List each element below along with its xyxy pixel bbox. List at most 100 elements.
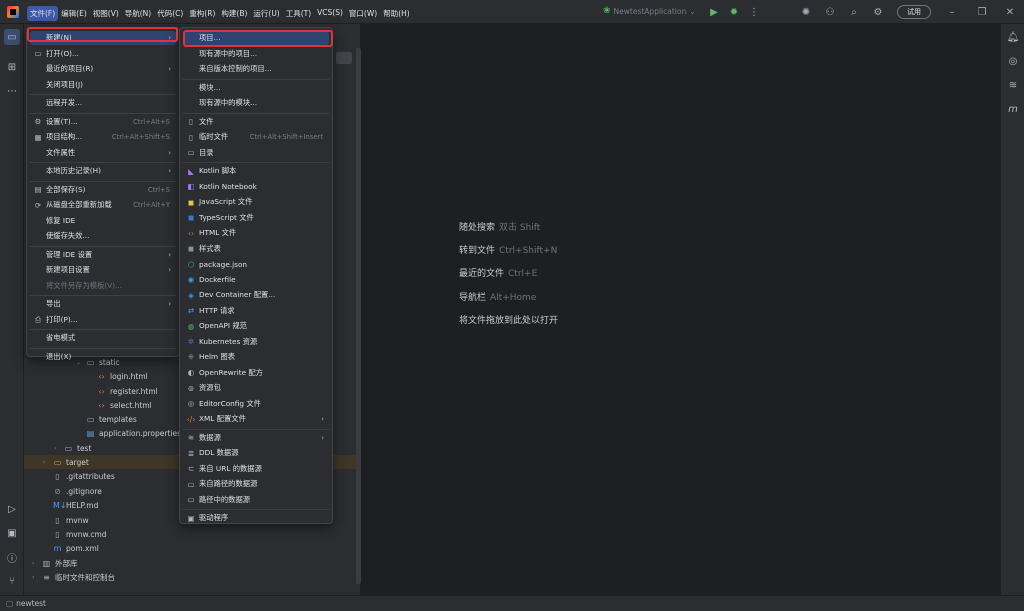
file-menu-item[interactable]: ▦ 项目结构... Ctrl+Alt+Shift+S — [30, 130, 176, 144]
debug-icon[interactable]: ✹ — [727, 5, 741, 19]
file-menu-item[interactable]: 新建项目设置 › — [30, 263, 176, 277]
new-menu-item[interactable]: ⊚ 资源包 — [183, 381, 329, 395]
project-tool-window-icon[interactable]: ▭ — [4, 29, 20, 45]
run-configuration-selector[interactable]: ❀ NewtestApplication ⌄ — [603, 6, 696, 16]
menu-3[interactable]: 导航(N) — [122, 6, 154, 21]
maven-icon[interactable]: m — [1005, 101, 1021, 117]
file-menu-item[interactable]: 远程开发... — [30, 96, 176, 110]
tree-item[interactable]: › ▭ test — [54, 441, 91, 455]
editor-area[interactable] — [361, 24, 1000, 595]
new-menu-item[interactable]: ◧ Kotlin Notebook — [183, 180, 329, 194]
new-menu-item[interactable]: 项目... — [183, 31, 329, 45]
ai-assistant-icon[interactable]: ✺ — [799, 5, 813, 19]
menu-6[interactable]: 构建(B) — [218, 6, 250, 21]
git-icon[interactable]: ⑂ — [4, 573, 20, 589]
new-menu-item[interactable]: ‹› HTML 文件 — [183, 226, 329, 240]
new-menu-item[interactable]: ⊂ 来自 URL 的数据源 — [183, 462, 329, 476]
new-menu-item[interactable]: ⎈ Helm 图表 — [183, 350, 329, 364]
file-menu-item[interactable]: ⚙ 设置(T)... Ctrl+Alt+S — [30, 115, 176, 129]
menu-8[interactable]: 工具(T) — [283, 6, 314, 21]
new-menu-item[interactable]: 模块... — [183, 81, 329, 95]
ai-chat-icon[interactable]: ◎ — [1005, 53, 1021, 69]
menu-11[interactable]: 帮助(H) — [380, 6, 413, 21]
file-menu-item[interactable]: 省电模式 — [30, 331, 176, 345]
new-menu-item[interactable]: ◼ TypeScript 文件 — [183, 211, 329, 225]
file-menu-item[interactable]: 导出 › — [30, 297, 176, 311]
chevron-right-icon[interactable]: › — [32, 560, 38, 567]
file-menu-item[interactable]: 管理 IDE 设置 › — [30, 248, 176, 262]
status-project-name[interactable]: newtest — [16, 599, 46, 608]
new-menu-item[interactable]: ⬡ package.json — [183, 257, 329, 271]
new-menu-item[interactable]: ◍ OpenAPI 规范 — [183, 319, 329, 333]
chevron-right-icon[interactable]: › — [54, 445, 60, 452]
restore-icon[interactable]: ❐ — [975, 5, 989, 19]
close-icon[interactable]: ✕ — [1003, 5, 1017, 19]
tree-item[interactable]: ‹› register.html — [87, 384, 157, 398]
menu-10[interactable]: 窗口(W) — [346, 6, 380, 21]
tree-item[interactable]: ▯ mvnw — [43, 513, 88, 527]
intellij-logo-icon[interactable] — [7, 6, 19, 18]
new-menu-item[interactable]: ‹/› XML 配置文件 › — [183, 412, 329, 426]
minimize-icon[interactable]: – — [945, 5, 959, 19]
menu-7[interactable]: 运行(U) — [250, 6, 282, 21]
services-icon[interactable]: ▷ — [4, 501, 20, 517]
search-icon[interactable]: ⌕ — [847, 5, 861, 19]
notifications-icon[interactable]: 🔔︎ — [1005, 29, 1021, 45]
new-menu-item[interactable]: ▭ 目录 — [183, 146, 329, 160]
menu-0[interactable]: 文件(F) — [27, 6, 59, 21]
new-menu-item[interactable]: 现有源中的项目... — [183, 47, 329, 61]
panel-header-button[interactable] — [336, 52, 352, 64]
file-menu-item[interactable]: 关闭项目(J) — [30, 78, 176, 92]
file-menu-item[interactable]: 使缓存失效... — [30, 229, 176, 243]
new-menu-item[interactable]: ▯ 临时文件 Ctrl+Alt+Shift+Insert — [183, 130, 329, 144]
database-icon[interactable]: ≋ — [1005, 77, 1021, 93]
menu-5[interactable]: 重构(R) — [186, 6, 218, 21]
new-menu-item[interactable]: ◐ OpenRewrite 配方 — [183, 366, 329, 380]
tree-item[interactable]: m pom.xml — [43, 541, 99, 555]
run-icon[interactable]: ▶ — [707, 5, 721, 19]
menu-2[interactable]: 视图(V) — [90, 6, 122, 21]
tree-item[interactable]: ▭ templates — [76, 412, 137, 426]
new-menu-item[interactable]: ≋ 数据源 › — [183, 431, 329, 445]
file-menu-item[interactable]: 文件属性 › — [30, 146, 176, 160]
new-menu-item[interactable]: ✲ Kubernetes 资源 — [183, 335, 329, 349]
new-menu-item[interactable]: ▭ 来自路径的数据源 — [183, 477, 329, 491]
new-menu-item[interactable]: ◼ 样式表 — [183, 242, 329, 256]
tree-item[interactable]: ▯ mvnw.cmd — [43, 527, 106, 541]
terminal-icon[interactable]: ▣ — [4, 525, 20, 541]
more-actions-icon[interactable]: ⋮ — [747, 5, 761, 19]
more-tool-windows-icon[interactable]: ⋯ — [4, 83, 20, 99]
gear-icon[interactable]: ⚙ — [871, 5, 885, 19]
menu-1[interactable]: 编辑(E) — [58, 6, 90, 21]
structure-tool-window-icon[interactable]: ⊞ — [4, 59, 20, 75]
new-menu-item[interactable]: 现有源中的模块... — [183, 96, 329, 110]
new-menu-item[interactable]: ◣ Kotlin 脚本 — [183, 164, 329, 178]
tree-item[interactable]: › ≡ 临时文件和控制台 — [32, 570, 115, 584]
chevron-right-icon[interactable]: › — [43, 459, 49, 466]
trial-button[interactable]: 试用 — [897, 5, 931, 19]
new-menu-item[interactable]: ▯ 文件 — [183, 115, 329, 129]
tree-item[interactable]: ‹› select.html — [87, 398, 151, 412]
new-menu-item[interactable]: 来自版本控制的项目... — [183, 62, 329, 76]
new-menu-item[interactable]: ▭ 路径中的数据源 — [183, 493, 329, 507]
new-menu-item[interactable]: ≣ DDL 数据源 — [183, 446, 329, 460]
file-menu-item[interactable]: 修复 IDE — [30, 214, 176, 228]
new-menu-item[interactable]: ◉ Dockerfile — [183, 273, 329, 287]
file-menu-item[interactable]: ▤ 全部保存(S) Ctrl+S — [30, 183, 176, 197]
new-menu-item[interactable]: ◈ Dev Container 配置... — [183, 288, 329, 302]
menu-4[interactable]: 代码(C) — [154, 6, 186, 21]
problems-icon[interactable]: ⓘ — [4, 549, 20, 565]
tree-item[interactable]: M↓ HELP.md — [43, 498, 98, 512]
tree-item[interactable]: ▤ application.properties — [76, 426, 181, 440]
new-menu-item[interactable]: ▣ 驱动程序 — [183, 511, 329, 525]
file-menu-item[interactable]: 退出(X) — [30, 350, 176, 364]
chevron-right-icon[interactable]: › — [32, 574, 38, 581]
tree-item[interactable]: › ▥ 外部库 — [32, 556, 78, 570]
new-menu-item[interactable]: ◼ JavaScript 文件 — [183, 195, 329, 209]
new-menu-item[interactable]: ◎ EditorConfig 文件 — [183, 397, 329, 411]
code-with-me-icon[interactable]: ⚇ — [823, 5, 837, 19]
file-menu-item[interactable]: 新建(N) › — [30, 31, 176, 45]
file-menu-item[interactable]: 本地历史记录(H) › — [30, 164, 176, 178]
tree-item[interactable]: ⊘ .gitignore — [43, 484, 102, 498]
file-menu-item[interactable]: ⎙ 打印(P)... — [30, 313, 176, 327]
